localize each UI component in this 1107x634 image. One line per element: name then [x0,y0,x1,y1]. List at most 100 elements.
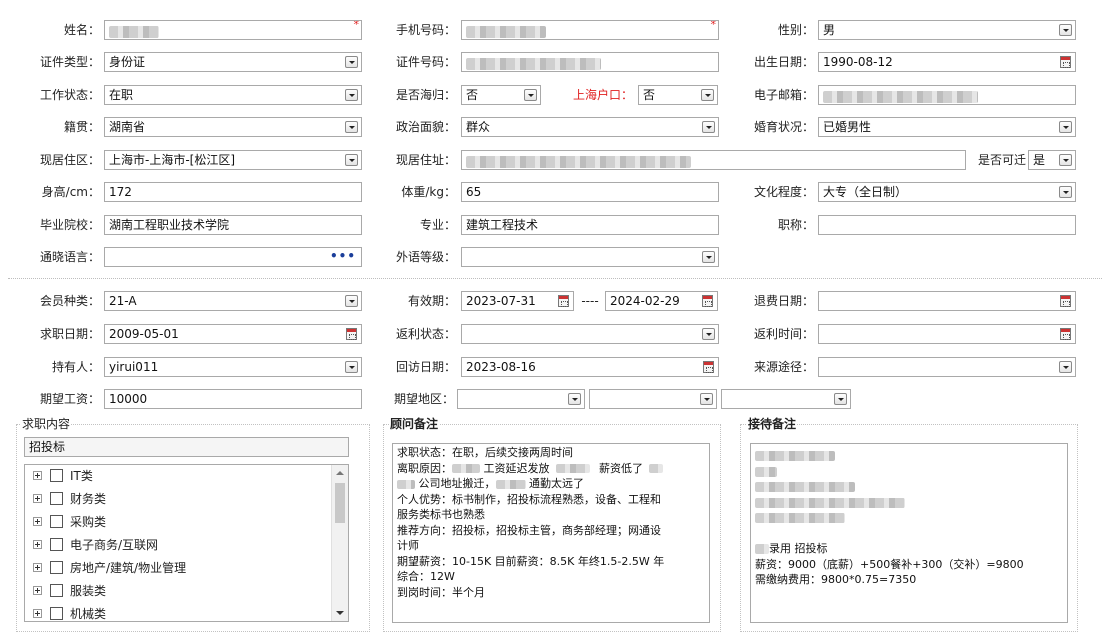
expected-salary-input[interactable]: 10000 [104,389,362,409]
scroll-up-icon[interactable] [336,471,344,475]
validity-end-input[interactable]: 2024-02-29 [605,291,718,311]
chevron-down-icon[interactable] [524,89,537,101]
phone-input[interactable]: * [461,20,719,40]
chevron-down-icon[interactable] [345,121,358,133]
more-icon[interactable]: ••• [330,248,356,264]
residence-address-input[interactable] [461,150,966,170]
title-input[interactable] [818,215,1076,235]
calendar-icon[interactable] [702,295,713,307]
expected-region-province-select[interactable] [457,389,585,409]
reception-note-textarea[interactable]: 录用 招投标 薪资：9000（底薪）+500餐补+300（交补）=9800 需缴… [750,443,1068,623]
vertical-scrollbar[interactable] [331,465,348,621]
scroll-thumb[interactable] [335,483,345,523]
rebate-time-input[interactable] [818,324,1076,344]
advisor-note-textarea[interactable]: 求职状态：在职，后续交接两周时间 离职原因： 工资延迟发放 薪资低了 公司地址搬… [392,443,710,623]
validity-start-input[interactable]: 2023-07-31 [461,291,574,311]
work-status-select[interactable]: 在职 [104,85,362,105]
chevron-down-icon[interactable] [1059,186,1072,198]
shanghai-hukou-select[interactable]: 否 [638,85,718,105]
calendar-icon[interactable] [1060,295,1071,307]
chevron-down-icon[interactable] [701,89,714,101]
email-input[interactable] [818,85,1076,105]
marital-status-select[interactable]: 已婚男性 [818,117,1076,137]
chevron-down-icon[interactable] [345,361,358,373]
native-place-select[interactable]: 湖南省 [104,117,362,137]
expand-icon[interactable] [33,609,42,618]
relocate-select[interactable]: 是 [1028,150,1076,170]
chevron-down-icon[interactable] [702,251,715,263]
chevron-down-icon[interactable] [1059,361,1072,373]
checkbox[interactable] [50,515,63,528]
residence-area-select[interactable]: 上海市-上海市-[松江区] [104,150,362,170]
chevron-down-icon[interactable] [568,393,581,405]
residence-area-label: 现居住区： [39,153,100,167]
political-status-select[interactable]: 群众 [461,117,719,137]
rebate-status-select[interactable] [461,324,719,344]
gender-value: 男 [823,23,836,37]
gender-select[interactable]: 男 [818,20,1076,40]
expand-icon[interactable] [33,586,42,595]
revisit-date-value: 2023-08-16 [466,360,536,374]
holder-value: yirui011 [109,360,159,374]
school-input[interactable]: 湖南工程职业技术学院 [104,215,362,235]
job-date-input[interactable]: 2009-05-01 [104,324,362,344]
expand-icon[interactable] [33,494,42,503]
id-type-select[interactable]: 身份证 [104,52,362,72]
note-text: 工资延迟发放 [483,461,550,475]
calendar-icon[interactable] [346,328,357,340]
chevron-down-icon[interactable] [345,154,358,166]
expand-icon[interactable] [33,540,42,549]
checkbox[interactable] [50,607,63,620]
validity-end-value: 2024-02-29 [610,294,680,308]
expand-icon[interactable] [33,563,42,572]
chevron-down-icon[interactable] [345,295,358,307]
email-label: 电子邮箱： [753,88,814,102]
relocate-value: 是 [1033,153,1046,167]
school-label: 毕业院校： [39,218,100,232]
checkbox[interactable] [50,469,63,482]
chevron-down-icon[interactable] [702,121,715,133]
source-select[interactable] [818,357,1076,377]
redacted-text [755,513,845,523]
chevron-down-icon[interactable] [1059,154,1072,166]
checkbox[interactable] [50,561,63,574]
calendar-icon[interactable] [1060,328,1071,340]
education-select[interactable]: 大专（全日制） [818,182,1076,202]
expand-icon[interactable] [33,471,42,480]
birth-date-input[interactable]: 1990-08-12 [818,52,1076,72]
returnee-select[interactable]: 否 [461,85,541,105]
chevron-down-icon[interactable] [700,393,713,405]
expected-region-district-select[interactable] [721,389,851,409]
scroll-down-icon[interactable] [336,611,344,615]
checkbox[interactable] [50,492,63,505]
holder-select[interactable]: yirui011 [104,357,362,377]
chevron-down-icon[interactable] [345,56,358,68]
chevron-down-icon[interactable] [1059,121,1072,133]
chevron-down-icon[interactable] [702,328,715,340]
expand-icon[interactable] [33,517,42,526]
name-input[interactable]: * [104,20,362,40]
returnee-label: 是否海归： [395,88,456,102]
major-input[interactable]: 建筑工程技术 [461,215,719,235]
languages-input[interactable]: ••• [104,247,362,267]
height-input[interactable]: 172 [104,182,362,202]
refund-date-input[interactable] [818,291,1076,311]
expected-region-city-select[interactable] [589,389,717,409]
calendar-icon[interactable] [558,295,569,307]
foreign-level-select[interactable] [461,247,719,267]
job-content-selected[interactable]: 招投标 [24,437,349,457]
checkbox[interactable] [50,584,63,597]
job-category-tree[interactable]: IT类 财务类 采购类 电子商务/互联网 房地产/建筑/物业管理 服装类 机械类 [24,464,349,622]
chevron-down-icon[interactable] [345,89,358,101]
refund-date-label: 退费日期： [753,294,814,308]
revisit-date-input[interactable]: 2023-08-16 [461,357,719,377]
calendar-icon[interactable] [1060,56,1071,68]
member-type-select[interactable]: 21-A [104,291,362,311]
chevron-down-icon[interactable] [834,393,847,405]
id-number-input[interactable] [461,52,719,72]
calendar-icon[interactable] [703,361,714,373]
chevron-down-icon[interactable] [1059,24,1072,36]
weight-input[interactable]: 65 [461,182,719,202]
expected-salary-value: 10000 [109,392,148,406]
checkbox[interactable] [50,538,63,551]
